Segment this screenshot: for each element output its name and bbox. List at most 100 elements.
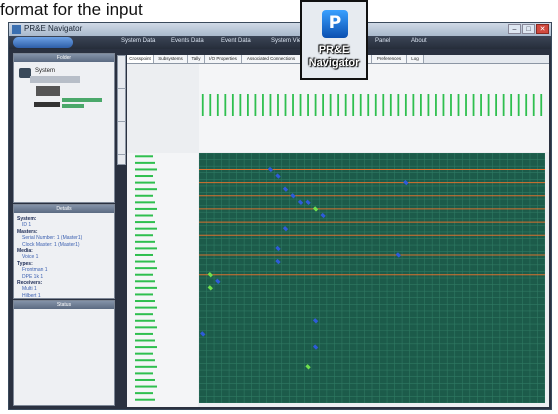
row-label — [135, 339, 155, 342]
row-label — [135, 280, 155, 283]
column-label — [352, 94, 355, 116]
row-label — [135, 247, 157, 250]
column-label — [397, 94, 400, 116]
crosspoint-marker — [200, 331, 206, 337]
row-label — [135, 273, 153, 276]
status-body — [14, 309, 114, 405]
vertical-tab-2[interactable] — [118, 89, 126, 122]
details-item: ID 1 — [22, 222, 32, 229]
column-headers — [199, 64, 549, 152]
row-label — [135, 319, 155, 322]
app-icon — [12, 25, 21, 34]
row-label — [135, 300, 155, 303]
tab-associated-connections[interactable]: Associated Connections — [242, 55, 301, 63]
column-label — [359, 94, 362, 116]
column-label — [367, 94, 370, 116]
row-label — [135, 221, 155, 224]
tree-item-green[interactable] — [62, 98, 102, 102]
column-label — [465, 94, 467, 116]
crosspoint-marker — [282, 186, 289, 192]
crosspoint-marker — [267, 166, 274, 173]
column-label — [517, 94, 520, 116]
crosspoint-marker — [207, 285, 213, 291]
column-label — [284, 94, 287, 116]
crosspoint-marker — [312, 344, 319, 350]
column-label — [374, 94, 377, 116]
folder-pane: Folder System — [13, 53, 115, 203]
details-heading: Media: — [17, 248, 33, 254]
minimize-button[interactable]: – — [508, 24, 521, 34]
column-label — [487, 94, 490, 116]
menu-event-data[interactable]: Event Data — [221, 38, 251, 44]
row-label — [135, 372, 153, 375]
column-label — [412, 94, 415, 116]
maximize-button[interactable]: □ — [522, 24, 535, 34]
tab-io-properties[interactable]: I/O Properties — [205, 55, 242, 63]
tab-subsystems[interactable]: Subsystems — [154, 55, 188, 63]
tree-selection — [30, 76, 80, 83]
details-item: DPE 1k 1 — [22, 273, 44, 280]
column-label — [450, 94, 452, 116]
row-label — [135, 286, 157, 289]
matrix-grid[interactable] — [198, 152, 546, 404]
brand-logo — [13, 37, 73, 48]
column-label — [216, 94, 219, 116]
menu-events-data[interactable]: Events Data — [171, 38, 204, 44]
column-label — [480, 94, 482, 116]
row-label — [135, 155, 153, 158]
vertical-tab-3[interactable] — [118, 122, 126, 155]
details-item: Clock Master: 1 (Master1) — [22, 241, 80, 248]
column-label — [457, 94, 460, 116]
crosspoint-marker — [207, 272, 213, 278]
details-heading: Receivers: — [17, 280, 43, 286]
row-label — [135, 378, 155, 381]
close-button[interactable]: ✕ — [536, 24, 549, 34]
navigator-icon: P — [322, 10, 348, 38]
row-label — [135, 306, 157, 309]
tree-item-system[interactable]: System — [35, 68, 55, 74]
column-label — [292, 94, 294, 116]
details-pane-title: Details — [14, 205, 114, 213]
menu-panel[interactable]: Panel — [375, 38, 390, 44]
details-heading: System: — [17, 216, 37, 222]
row-label — [135, 293, 153, 296]
crosspoint-marker — [275, 245, 281, 252]
crosspoint-marker — [297, 199, 304, 206]
vertical-tab-1[interactable] — [118, 56, 126, 89]
details-item: Serial Number: 1 (Master1) — [22, 235, 83, 242]
row-label — [135, 168, 157, 171]
column-label — [314, 94, 317, 116]
tab-log[interactable]: Log — [407, 55, 424, 63]
crosspoint-marker — [275, 258, 281, 265]
menu-system-data[interactable]: System Data — [121, 38, 155, 44]
column-label — [419, 94, 422, 116]
column-label — [239, 94, 242, 116]
tree-item-green[interactable] — [62, 104, 84, 108]
row-label — [135, 385, 157, 388]
device-icon — [36, 86, 60, 96]
column-label — [472, 94, 475, 116]
row-label — [135, 332, 153, 335]
tab-tally[interactable]: Tally — [188, 55, 205, 63]
crosspoint-marker — [305, 199, 311, 206]
menu-about[interactable]: About — [411, 38, 427, 44]
row-label — [135, 214, 153, 217]
row-label — [135, 365, 157, 368]
folder-pane-title: Folder — [14, 54, 114, 62]
row-label — [135, 207, 157, 210]
crosspoint-marker — [312, 318, 319, 324]
column-label — [442, 94, 445, 116]
crosspoint-panel — [127, 64, 549, 407]
status-pane-title: Status — [14, 301, 114, 309]
tab-preferences[interactable]: Preferences — [372, 55, 407, 63]
caption-text: format for the input — [0, 0, 143, 19]
app-window: PR&E Navigator – □ ✕ System Data Events … — [8, 22, 552, 410]
column-labels — [201, 94, 543, 116]
crosspoint-matrix[interactable] — [198, 152, 546, 404]
row-label — [135, 398, 155, 401]
tab-crosspoint[interactable]: Crosspoint — [127, 55, 154, 63]
row-label — [135, 201, 155, 204]
row-label — [135, 181, 155, 184]
column-label — [254, 94, 257, 116]
desktop-shortcut[interactable]: P PR&E Navigator — [300, 0, 368, 80]
